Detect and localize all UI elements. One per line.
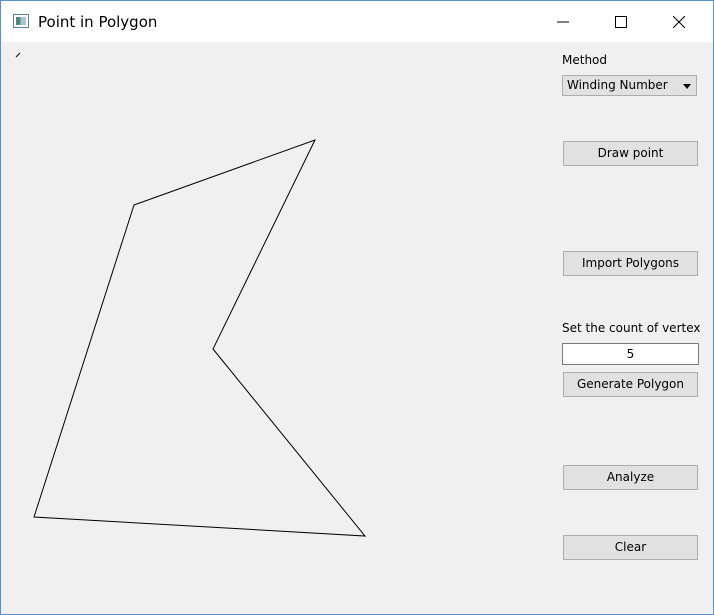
- import-polygons-button[interactable]: Import Polygons: [563, 251, 698, 276]
- drawing-canvas[interactable]: [1, 42, 549, 614]
- polygon-shape: [33, 139, 367, 537]
- generate-polygon-button[interactable]: Generate Polygon: [563, 372, 698, 397]
- window-title: Point in Polygon: [38, 13, 158, 31]
- clear-button[interactable]: Clear: [563, 535, 698, 560]
- draw-point-button[interactable]: Draw point: [563, 141, 698, 166]
- close-button[interactable]: [650, 1, 708, 42]
- close-icon: [673, 15, 685, 28]
- maximize-icon: [615, 15, 627, 28]
- app-window: Point in Polygon Method Winding Number D…: [0, 0, 714, 615]
- polygon-drawing: [15, 52, 367, 537]
- maximize-button[interactable]: [592, 1, 650, 42]
- method-select-value: Winding Number: [567, 78, 668, 92]
- dropdown-arrow-icon: [683, 84, 691, 89]
- method-label: Method: [562, 53, 608, 67]
- analyze-button[interactable]: Analyze: [563, 465, 698, 490]
- minimize-button[interactable]: [534, 1, 592, 42]
- canvas-marker: [15, 52, 21, 58]
- vertex-count-input[interactable]: 5: [562, 343, 699, 365]
- method-select[interactable]: Winding Number: [562, 75, 697, 96]
- minimize-icon: [557, 21, 569, 22]
- vertex-count-label: Set the count of vertex: [562, 321, 701, 335]
- title-bar[interactable]: Point in Polygon: [1, 1, 713, 42]
- app-window-icon: [13, 14, 29, 28]
- control-panel: Method Winding Number Draw point Import …: [562, 42, 702, 602]
